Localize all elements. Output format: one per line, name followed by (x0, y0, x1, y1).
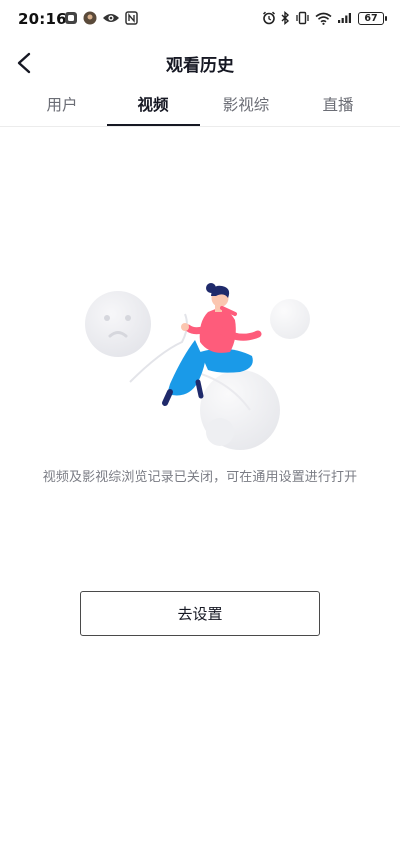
woman-sitting-on-bubble-illustration (70, 282, 330, 452)
tab-videos[interactable]: 视频 (107, 86, 199, 126)
eye-icon (102, 12, 120, 24)
go-to-settings-button[interactable]: 去设置 (80, 591, 320, 636)
tab-users[interactable]: 用户 (16, 86, 108, 126)
vibrate-icon (295, 11, 310, 25)
battery-level: 67 (364, 12, 378, 24)
nav-bar: 观看历史 (0, 40, 400, 86)
status-left-icons (64, 11, 138, 25)
page-title: 观看历史 (166, 56, 234, 76)
wifi-icon (315, 12, 332, 25)
status-bar: 20:16 67 (0, 0, 400, 40)
bluetooth-icon (281, 11, 290, 25)
tab-active-indicator (107, 124, 200, 126)
app-notification-icon (64, 11, 78, 25)
tab-bar: 用户 视频 影视综 直播 (0, 86, 400, 127)
tab-film-tv-variety[interactable]: 影视综 (200, 86, 292, 126)
alarm-icon (262, 11, 276, 25)
signal-icon (337, 12, 353, 24)
avatar-notification-icon (83, 11, 97, 25)
empty-state-message: 视频及影视综浏览记录已关闭，可在通用设置进行打开 (42, 470, 358, 485)
nfc-icon (125, 11, 138, 25)
battery-icon: 67 (358, 11, 387, 25)
status-time: 20:16 (18, 10, 67, 28)
tab-live[interactable]: 直播 (292, 86, 384, 126)
status-right-icons: 67 (262, 11, 387, 25)
